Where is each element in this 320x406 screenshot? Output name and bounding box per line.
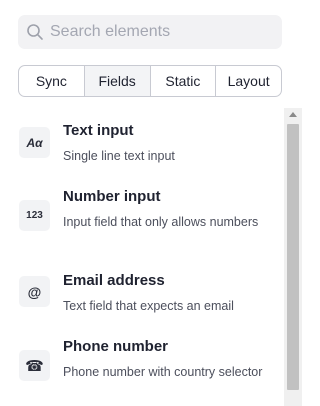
category-tabs: Sync Fields Static Layout [18, 65, 282, 97]
element-description: Phone number with country selector [63, 365, 263, 379]
phone-icon: ☎ [19, 350, 50, 381]
element-title: Email address [63, 272, 165, 289]
scrollbar-thumb[interactable] [287, 124, 299, 390]
element-title: Phone number [63, 338, 169, 355]
search-input[interactable] [50, 15, 278, 49]
element-title: Text input [63, 122, 134, 139]
element-description: Single line text input [63, 149, 175, 163]
element-text-input[interactable]: Aα Text input Single line text input [18, 122, 280, 172]
element-title: Number input [63, 188, 161, 205]
element-description: Input field that only allows numbers [63, 215, 259, 229]
element-email-address[interactable]: @ Email address Text field that expects … [18, 272, 280, 322]
number-input-icon: 123 [19, 200, 50, 231]
email-icon: @ [19, 276, 50, 307]
tab-layout[interactable]: Layout [216, 66, 281, 96]
tab-static[interactable]: Static [151, 66, 217, 96]
search-icon [26, 23, 44, 41]
element-number-input[interactable]: 123 Number input Input field that only a… [18, 188, 280, 244]
element-list: Aα Text input Single line text input 123… [0, 108, 284, 406]
scroll-up-arrow-icon[interactable] [289, 112, 297, 117]
tab-sync[interactable]: Sync [19, 66, 85, 96]
text-input-icon: Aα [19, 127, 50, 158]
tab-fields[interactable]: Fields [84, 66, 151, 96]
element-description: Text field that expects an email [63, 299, 234, 313]
search-bar[interactable] [18, 15, 282, 49]
element-phone-number[interactable]: ☎ Phone number Phone number with country… [18, 338, 280, 394]
scrollbar[interactable] [284, 108, 302, 406]
